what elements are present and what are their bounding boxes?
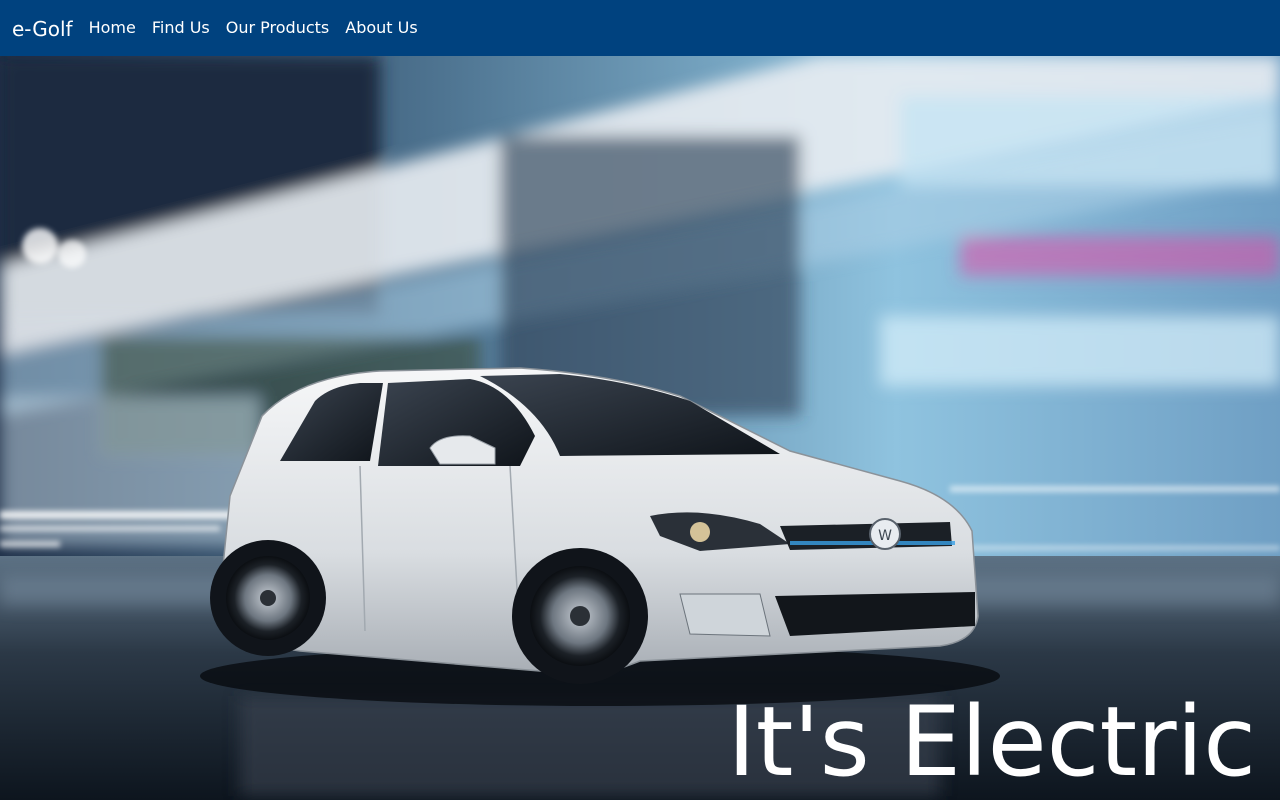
nav-link-about-us[interactable]: About Us [345,18,417,37]
hero-tagline: It's Electric [727,686,1256,798]
top-navbar: e-Golf Home Find Us Our Products About U… [0,0,1280,56]
brand-logo-link[interactable]: e-Golf [12,17,73,41]
hero-section: W It's Electric [0,56,1280,800]
nav-link-find-us[interactable]: Find Us [152,18,210,37]
nav-link-our-products[interactable]: Our Products [226,18,329,37]
nav-link-home[interactable]: Home [89,18,136,37]
svg-text:W: W [878,528,892,544]
